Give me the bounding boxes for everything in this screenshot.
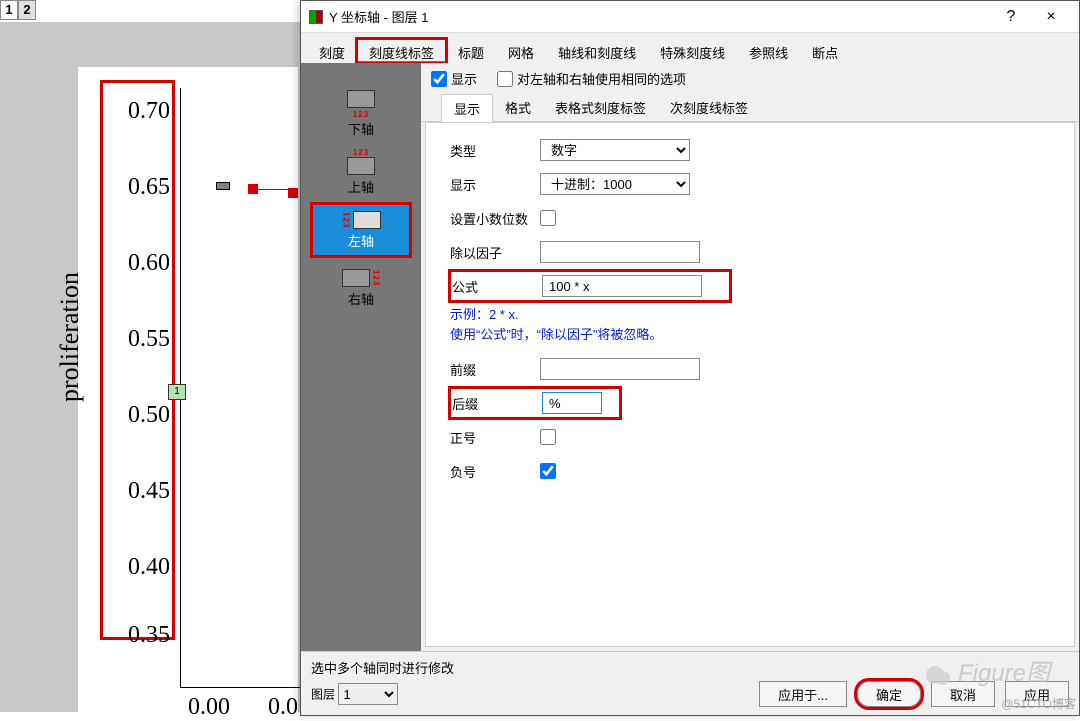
divide-label: 除以因子 [450,243,540,262]
xtick: 0.0 [268,694,298,721]
wechat-icon [925,664,951,686]
axis-right[interactable]: 123 右轴 [311,261,411,315]
formula-input[interactable] [542,275,702,297]
tab-reference[interactable]: 参照线 [737,39,800,63]
tab-special-ticks[interactable]: 特殊刻度线 [648,39,737,63]
dialog-title: Y 坐标轴 - 图层 1 [329,7,991,26]
tab-grid[interactable]: 网格 [496,39,546,63]
axis-selector-list: 123 下轴 123 上轴 123 左轴 123 右轴 [301,63,421,651]
close-button[interactable]: × [1031,3,1071,31]
minus-label: 负号 [450,462,540,481]
apply-to-button[interactable]: 应用于... [759,681,847,707]
tab-tick-labels[interactable]: 刻度线标签 [357,39,446,63]
main-tabs: 刻度 刻度线标签 标题 网格 轴线和刻度线 特殊刻度线 参照线 断点 [301,33,1079,63]
subtab-table[interactable]: 表格式刻度标签 [543,94,658,121]
workspace-tabs: 1 2 [0,0,36,20]
plot-region[interactable] [180,88,300,688]
tab-break[interactable]: 断点 [800,39,850,63]
formula-hint: 示例：2 * x. 使用“公式”时，“除以因子”将被忽略。 [450,305,1050,344]
app-icon [309,10,323,24]
workspace-tab-1[interactable]: 1 [0,0,18,20]
help-button[interactable]: ? [991,3,1031,31]
layer-select[interactable]: 1 [338,683,398,705]
suffix-label: 后缀 [452,394,542,413]
watermark-figure: Figure图 [925,653,1050,688]
workspace-tab-2[interactable]: 2 [18,0,36,20]
layer-label: 图层 [311,688,335,702]
data-point[interactable] [216,182,230,190]
ytick: 0.60 [110,250,170,277]
ytick: 0.40 [110,554,170,581]
decimals-label: 设置小数位数 [450,209,540,228]
ytick: 0.65 [110,174,170,201]
watermark-51cto: @51CTO博客 [1001,695,1076,712]
axis-bottom[interactable]: 123 下轴 [311,87,411,141]
subtab-display[interactable]: 显示 [441,94,493,122]
display-label: 显示 [450,175,540,194]
ok-button[interactable]: 确定 [857,681,921,707]
same-both-checkbox[interactable]: 对左轴和右轴使用相同的选项 [497,69,686,88]
axis-top[interactable]: 123 上轴 [311,145,411,199]
divide-input[interactable] [540,241,700,263]
ytick: 0.50 [110,402,170,429]
prefix-input[interactable] [540,358,700,380]
y-axis-label: proliferation [55,272,85,402]
subtab-minor[interactable]: 次刻度线标签 [658,94,760,121]
axis-dialog: Y 坐标轴 - 图层 1 ? × 刻度 刻度线标签 标题 网格 轴线和刻度线 特… [300,0,1080,716]
axis-left[interactable]: 123 左轴 [311,203,411,257]
chart-canvas: proliferation 0.70 0.65 0.60 0.55 0.50 0… [0,22,300,712]
decimals-checkbox[interactable] [540,210,556,226]
ytick: 0.70 [110,98,170,125]
formula-label: 公式 [452,277,542,296]
ytick: 0.55 [110,326,170,353]
tab-title[interactable]: 标题 [446,39,496,63]
tab-scale[interactable]: 刻度 [307,39,357,63]
xtick: 0.00 [188,694,230,721]
ytick: 0.45 [110,478,170,505]
sub-tabs: 显示 格式 表格式刻度标签 次刻度线标签 [421,94,1079,122]
tab-axisline[interactable]: 轴线和刻度线 [546,39,648,63]
show-checkbox[interactable]: 显示 [431,69,477,88]
minus-checkbox[interactable] [540,463,556,479]
dialog-titlebar[interactable]: Y 坐标轴 - 图层 1 ? × [301,1,1079,33]
type-label: 类型 [450,141,540,160]
form-panel: 类型 数字 显示 十进制：1000 设置小数位数 除以因子 公式 [425,122,1075,647]
display-select[interactable]: 十进制：1000 [540,173,690,195]
prefix-label: 前缀 [450,360,540,379]
layer-marker[interactable]: 1 [168,384,186,400]
type-select[interactable]: 数字 [540,139,690,161]
ytick: 0.35 [110,622,170,649]
plus-label: 正号 [450,428,540,447]
plus-checkbox[interactable] [540,429,556,445]
subtab-format[interactable]: 格式 [493,94,543,121]
suffix-input[interactable] [542,392,602,414]
